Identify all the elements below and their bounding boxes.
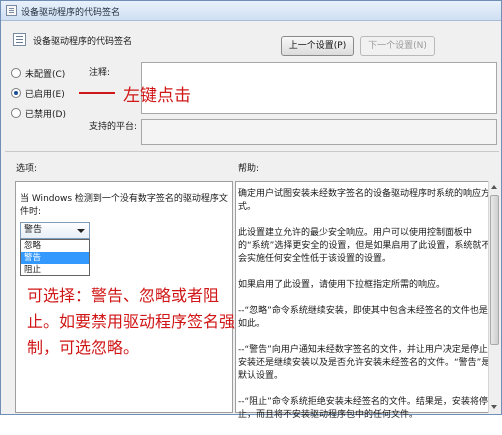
chevron-down-icon[interactable] — [77, 229, 85, 233]
comment-label: 注释: — [89, 68, 111, 78]
dropdown-selected-value: 警告 — [24, 225, 43, 235]
radio-disabled-indicator[interactable] — [11, 108, 21, 118]
radio-not-configured-indicator[interactable] — [11, 68, 21, 78]
help-paragraph: --“警告”向用户通知未经数字签名的文件，并让用户决定是停止安装还是继续安装以及… — [238, 345, 491, 381]
dropdown-option-block[interactable]: 阻止 — [21, 264, 89, 276]
radio-disabled-label: 已禁用(D) — [25, 109, 66, 120]
options-label: 选项: — [16, 164, 38, 174]
help-paragraph: 确定用户试图安装未经数字签名的设备驱动程序时系统的响应方式。 — [238, 189, 491, 212]
help-text: 确定用户试图安装未经数字签名的设备驱动程序时系统的响应方式。 此设置建立允许的最… — [238, 188, 491, 435]
dropdown-option-ignore[interactable]: 忽略 — [21, 240, 89, 252]
annotation-instructions: 可选择：警告、忽略或者阻止。如要禁用驱动程序签名强制，可选忽略。 — [27, 286, 236, 357]
help-paragraph: 如果启用了此设置，请使用下拉框指定所需的响应。 — [238, 280, 446, 290]
radio-disabled[interactable]: 已禁用(D) — [11, 107, 66, 120]
dropdown-list: 忽略 警告 阻止 — [20, 239, 90, 276]
radio-enabled-indicator[interactable] — [11, 88, 21, 98]
radio-not-configured[interactable]: 未配置(C) — [11, 67, 66, 80]
help-paragraph: --“阻止”命令系统拒绝安装未经签名的文件。结果是，安装将停止，而且将不安装驱动… — [238, 397, 488, 420]
help-label: 帮助: — [238, 164, 260, 174]
window-title: 设备驱动程序的代码签名 — [21, 8, 121, 18]
dropdown-option-warn[interactable]: 警告 — [21, 252, 89, 264]
section-divider — [5, 151, 499, 152]
radio-enabled-label: 已启用(E) — [25, 89, 65, 100]
scroll-up-icon[interactable] — [491, 185, 497, 189]
supported-platform-box — [141, 119, 497, 145]
comment-textbox[interactable] — [141, 62, 497, 114]
policy-document-icon — [6, 5, 17, 16]
response-dropdown[interactable]: 警告 — [20, 222, 90, 239]
policy-setting-icon — [13, 33, 26, 46]
radio-enabled[interactable]: 已启用(E) — [11, 87, 65, 100]
policy-window: 设备驱动程序的代码签名 设备驱动程序的代码签名 上一个设置(P) 下一个设置(N… — [0, 0, 502, 420]
help-paragraph: 此设置建立允许的最少安全响应。用户可以使用控制面板中的“系统”选择更安全的设置，… — [238, 228, 491, 264]
annotation-left-click: 左键点击 — [123, 86, 191, 106]
radio-not-configured-label: 未配置(C) — [25, 69, 66, 80]
title-bar: 设备驱动程序的代码签名 — [1, 1, 501, 21]
scroll-thumb[interactable] — [490, 195, 499, 345]
supported-platform-label: 支持的平台: — [89, 122, 138, 132]
options-description: 当 Windows 检测到一个没有数字签名的驱动程序文件时: — [20, 194, 228, 217]
setting-title: 设备驱动程序的代码签名 — [33, 37, 133, 47]
scroll-down-icon[interactable] — [491, 405, 497, 409]
annotation-arrow-line — [79, 92, 115, 94]
help-scrollbar[interactable] — [488, 181, 499, 413]
previous-setting-button[interactable]: 上一个设置(P) — [281, 36, 354, 56]
next-setting-button[interactable]: 下一个设置(N) — [360, 36, 435, 56]
help-paragraph: --“忽略”命令系统继续安装，即使其中包含未经签名的文件也是如此。 — [238, 306, 488, 329]
